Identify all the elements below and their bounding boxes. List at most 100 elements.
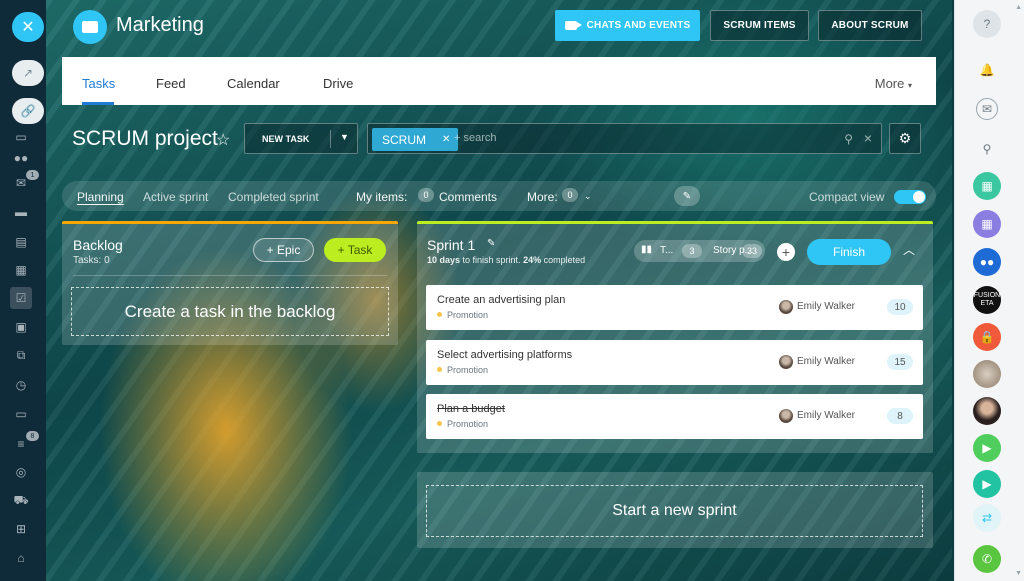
contacts-icon[interactable]: ▣	[13, 319, 29, 335]
camera-icon	[564, 21, 582, 30]
my-items-label: My items:	[356, 190, 408, 204]
search-field[interactable]: SCRUM ✕ + search ⚲ ×	[367, 123, 882, 154]
tasks-icon[interactable]: ☑	[10, 287, 32, 309]
video-call-icon[interactable]: ▶	[973, 434, 1001, 462]
filter-bar: Planning Active sprint Completed sprint …	[62, 181, 936, 211]
compact-view-label: Compact view	[809, 190, 885, 204]
task-title[interactable]: Select advertising platforms	[437, 349, 572, 361]
story-points-badge[interactable]: 15	[887, 354, 913, 370]
filter-active-sprint[interactable]: Active sprint	[143, 190, 208, 204]
task-tag: Promotion	[437, 310, 488, 320]
story-points-badge[interactable]: 10	[887, 299, 913, 315]
team-icon[interactable]: ●●	[13, 150, 29, 166]
filter-planning[interactable]: Planning	[77, 190, 124, 204]
chevron-up-icon[interactable]: ︿	[903, 241, 915, 258]
calendar-icon[interactable]: ▦	[13, 262, 29, 278]
search-icon[interactable]: ⚲	[973, 135, 1001, 163]
external-link-icon[interactable]: ↗	[12, 60, 44, 86]
close-icon[interactable]: ✕	[12, 12, 44, 42]
target-icon[interactable]: ◎	[13, 464, 29, 480]
new-sprint-panel: Start a new sprint	[417, 472, 933, 548]
chats-and-events-button[interactable]: CHATS AND EVENTS	[555, 10, 700, 41]
start-new-sprint-button[interactable]: Start a new sprint	[426, 485, 923, 537]
more-count: 0	[562, 188, 578, 202]
sprint-days-left: 10 days	[427, 255, 461, 265]
search-icon[interactable]: ⚲	[844, 132, 853, 146]
chat-icon[interactable]: ✉	[976, 98, 998, 120]
compact-view-toggle[interactable]	[894, 190, 926, 204]
apps-icon[interactable]: ⊞	[13, 521, 29, 537]
filter-chip-label: SCRUM	[382, 132, 426, 147]
group-chat-icon[interactable]: ●●	[973, 248, 1001, 276]
scroll-down-arrow[interactable]: ▼	[1015, 570, 1022, 577]
story-points-badge[interactable]: 8	[887, 408, 913, 424]
gear-icon[interactable]: ⚙	[889, 123, 921, 154]
robot-icon[interactable]: ⌂	[13, 550, 29, 566]
comments-filter[interactable]: Comments	[439, 190, 497, 204]
task-tag: Promotion	[437, 419, 488, 429]
new-task-button[interactable]: NEW TASK ▼	[244, 123, 358, 154]
add-sprint-task-button[interactable]: +	[777, 243, 795, 261]
link-icon[interactable]: 🔗	[12, 98, 44, 124]
clear-icon[interactable]: ×	[864, 130, 872, 146]
filter-completed-sprint[interactable]: Completed sprint	[228, 190, 319, 204]
add-task-button[interactable]: + Task	[324, 238, 386, 262]
task-card[interactable]: Plan a budget Promotion Emily Walker 8	[426, 394, 923, 439]
chevron-down-icon[interactable]: ▼	[340, 132, 349, 142]
window-icon[interactable]: ▭	[13, 406, 29, 422]
group-title[interactable]: Marketing	[116, 14, 204, 37]
story-points-count: 33	[742, 244, 762, 258]
filter-badge: 8	[26, 431, 39, 441]
help-icon[interactable]: ?	[973, 10, 1001, 38]
avatar[interactable]	[973, 360, 1001, 388]
calendar-green-icon[interactable]: ▦	[973, 172, 1001, 200]
chip-close-icon[interactable]: ✕	[442, 134, 450, 145]
chat-bubble-icon[interactable]: ✎	[674, 186, 700, 206]
tab-tasks[interactable]: Tasks	[82, 76, 115, 91]
calendar-purple-icon[interactable]: ▦	[973, 210, 1001, 238]
cart-icon[interactable]: ⛟	[13, 493, 29, 509]
bell-icon[interactable]: 🔔	[973, 56, 1001, 84]
inbox-icon[interactable]: ▬	[13, 204, 29, 220]
phone-icon[interactable]: ✆	[973, 545, 1001, 573]
scroll-up-arrow[interactable]: ▲	[1015, 4, 1022, 11]
workflow-icon[interactable]: ⧉	[13, 347, 29, 363]
about-scrum-button[interactable]: ABOUT SCRUM	[818, 10, 922, 41]
task-assignee[interactable]: Emily Walker	[797, 301, 855, 312]
search-input[interactable]: + search	[454, 132, 497, 144]
tab-more[interactable]: More ▾	[875, 76, 912, 91]
more-label[interactable]: More:	[527, 190, 558, 204]
lock-icon[interactable]: 🔒	[973, 323, 1001, 351]
mail-badge: 1	[26, 170, 39, 180]
fusion-avatar[interactable]: FUSION ETA	[973, 286, 1001, 314]
chevron-down-icon[interactable]: ⌄	[584, 191, 592, 202]
document-icon[interactable]: ▤	[13, 234, 29, 250]
filter-chip[interactable]: SCRUM ✕	[372, 128, 459, 151]
create-backlog-task-area[interactable]: Create a task in the backlog	[71, 287, 389, 336]
pencil-icon[interactable]: ✎	[487, 238, 495, 249]
chart-icon: ▮▮	[641, 244, 653, 255]
task-assignee[interactable]: Emily Walker	[797, 356, 855, 367]
task-tag-label: Promotion	[447, 310, 489, 320]
task-card[interactable]: Create an advertising plan Promotion Emi…	[426, 285, 923, 330]
transfer-icon[interactable]: ⇄	[973, 504, 1001, 532]
chevron-down-icon: ▾	[907, 81, 912, 90]
task-card[interactable]: Select advertising platforms Promotion E…	[426, 340, 923, 385]
task-assignee[interactable]: Emily Walker	[797, 410, 855, 421]
clock-icon[interactable]: ◷	[13, 377, 29, 393]
tab-drive[interactable]: Drive	[323, 76, 353, 91]
task-title[interactable]: Plan a budget	[437, 403, 505, 415]
sprint-panel: Sprint 1 ✎ 10 days to finish sprint. 24%…	[417, 221, 933, 453]
add-epic-button[interactable]: + Epic	[253, 238, 314, 262]
scrum-items-button[interactable]: SCRUM ITEMS	[710, 10, 809, 41]
avatar[interactable]	[973, 397, 1001, 425]
tab-calendar[interactable]: Calendar	[227, 76, 280, 91]
tab-feed[interactable]: Feed	[156, 76, 186, 91]
chat-icon[interactable]: ▭	[13, 129, 29, 145]
finish-sprint-button[interactable]: Finish	[807, 239, 891, 265]
task-title[interactable]: Create an advertising plan	[437, 294, 565, 306]
tab-more-label: More	[874, 76, 905, 91]
video-call-icon[interactable]: ▶	[973, 470, 1001, 498]
folder-icon[interactable]	[73, 10, 107, 44]
star-icon[interactable]: ☆	[216, 130, 230, 150]
